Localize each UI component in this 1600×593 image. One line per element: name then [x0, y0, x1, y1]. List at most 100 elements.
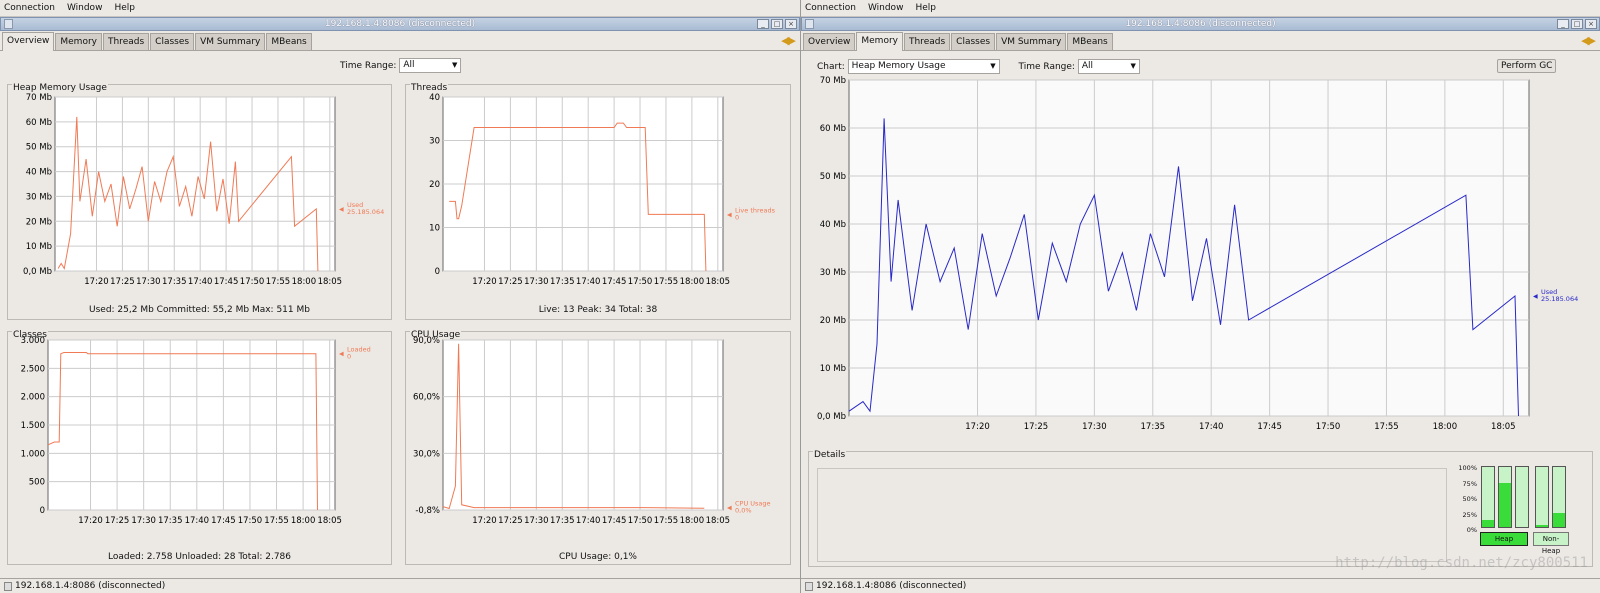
y-tick-label: 50 Mb: [820, 172, 846, 182]
x-tick-label: 17:20: [84, 277, 109, 287]
threads-summary: Live: 13 Peak: 34 Total: 38: [538, 305, 658, 315]
pointer-icon: ◀: [1533, 293, 1538, 300]
internal-frame-titlebar[interactable]: 192.168.1.4:8086 (disconnected) _ □ ×: [0, 17, 800, 31]
pool-bar[interactable]: [1498, 466, 1512, 528]
plot-area: [848, 79, 1530, 417]
series-annotation: Live threads: [735, 206, 776, 214]
percent-tick: 25%: [1462, 510, 1477, 519]
time-range-select[interactable]: All ▼: [1077, 59, 1140, 74]
time-range-value: All: [1081, 61, 1094, 71]
y-tick-label: 70 Mb: [820, 76, 846, 86]
menubar: Connection Window Help: [801, 0, 1600, 17]
chevron-down-icon: ▼: [990, 62, 996, 70]
maximize-icon[interactable]: □: [1571, 19, 1583, 29]
tab-overview[interactable]: Overview: [803, 33, 856, 50]
menu-window[interactable]: Window: [67, 3, 103, 13]
menu-window[interactable]: Window: [868, 3, 904, 13]
memory-pool-bars: 100% 75% 50% 25% 0% Heap Non-Heap: [1453, 460, 1583, 564]
chart-select[interactable]: Heap Memory Usage ▼: [847, 59, 1000, 74]
time-range-select[interactable]: All ▼: [399, 58, 462, 73]
y-tick-label: 0,0 Mb: [817, 412, 846, 422]
details-area: [817, 468, 1447, 562]
y-tick-label: 2.500: [21, 364, 45, 374]
tab-vm-summary[interactable]: VM Summary: [996, 33, 1067, 50]
threads-title: Threads: [410, 83, 449, 93]
maximize-icon[interactable]: □: [771, 19, 783, 29]
x-tick-label: 17:50: [628, 277, 653, 287]
x-tick-label: 18:00: [680, 516, 705, 526]
time-range-label: Time Range:: [1018, 62, 1075, 72]
status-text: 192.168.1.4:8086 (disconnected): [816, 581, 967, 591]
y-tick-label: 40: [429, 93, 440, 103]
pool-bar[interactable]: [1535, 466, 1549, 528]
tab-mbeans[interactable]: MBeans: [1067, 33, 1113, 50]
internal-frame-titlebar[interactable]: 192.168.1.4:8086 (disconnected) _ □ ×: [801, 17, 1600, 31]
x-tick-label: 17:25: [498, 277, 523, 287]
tab-memory[interactable]: Memory: [55, 33, 102, 50]
series-annotation-value: 0: [347, 353, 351, 361]
x-tick-label: 17:45: [1257, 422, 1282, 432]
y-tick-label: 500: [29, 478, 45, 488]
pool-bar[interactable]: [1515, 466, 1529, 528]
tab-scroll-arrows-icon[interactable]: ◀▶: [1581, 34, 1596, 47]
pool-bar-fill: [1499, 482, 1511, 527]
x-tick-label: 17:35: [158, 516, 183, 526]
tab-overview[interactable]: Overview: [2, 32, 55, 51]
x-tick-label: 17:30: [524, 277, 549, 287]
y-tick-label: 30 Mb: [26, 192, 52, 202]
chart-4: 70 Mb 60 Mb 50 Mb 40 Mb 30 Mb 20 Mb 10 Mb 0,0 M…: [817, 76, 1578, 432]
heap-memory-usage-title: Heap Memory Usage: [12, 83, 108, 93]
minimize-icon[interactable]: _: [1557, 19, 1569, 29]
x-tick-label: 17:40: [576, 516, 601, 526]
y-tick-label: 70 Mb: [26, 93, 52, 103]
menubar: Connection Window Help: [0, 0, 800, 17]
threads-panel: Threads 40 30 20 10 0 17:20 17:25 17:30 17:35 17:…: [405, 83, 791, 320]
menu-connection[interactable]: Connection: [805, 3, 856, 13]
x-tick-label: 17:30: [524, 516, 549, 526]
tab-bar: Overview Memory Threads Classes VM Summa…: [801, 31, 1600, 51]
y-tick-label: 1.500: [21, 421, 45, 431]
details-panel: Details 100% 75% 50% 25% 0% Heap Non-Heap: [808, 450, 1593, 567]
menu-help[interactable]: Help: [915, 3, 936, 13]
chart-2: 3.0002.5002.0001.5001.000500017:20 17:25 1…: [21, 336, 371, 526]
x-tick-label: 17:30: [136, 277, 161, 287]
y-tick-label: 40 Mb: [26, 168, 52, 178]
x-tick-label: 17:55: [654, 277, 679, 287]
right-window: Connection Window Help 192.168.1.4:8086 …: [801, 0, 1600, 593]
tab-threads[interactable]: Threads: [102, 33, 150, 50]
pool-bar[interactable]: [1552, 466, 1566, 528]
x-tick-label: 17:55: [654, 516, 679, 526]
heap-button[interactable]: Heap: [1480, 532, 1528, 546]
close-icon[interactable]: ×: [785, 19, 797, 29]
tab-scroll-arrows-icon[interactable]: ◀▶: [781, 34, 796, 47]
percent-tick: 100%: [1458, 464, 1477, 472]
pool-bar-fill: [1553, 512, 1565, 527]
menu-connection[interactable]: Connection: [4, 3, 55, 13]
x-tick-label: 18:05: [706, 277, 731, 287]
heap-panel: Heap Memory Usage 70 Mb 60 Mb 50 Mb 40 Mb 30…: [7, 83, 392, 320]
tab-classes[interactable]: Classes: [150, 33, 195, 50]
close-icon[interactable]: ×: [1585, 19, 1597, 29]
x-tick-label: 18:05: [317, 516, 342, 526]
minimize-icon[interactable]: _: [757, 19, 769, 29]
x-tick-label: 17:40: [576, 277, 601, 287]
tab-vm-summary[interactable]: VM Summary: [195, 33, 266, 50]
y-tick-label: 40 Mb: [820, 220, 846, 230]
y-tick-label: 90,0%: [413, 336, 440, 346]
tab-classes[interactable]: Classes: [951, 33, 996, 50]
time-range-label: Time Range:: [340, 61, 397, 71]
chart-select-value: Heap Memory Usage: [851, 61, 946, 71]
pool-bar[interactable]: [1481, 466, 1495, 528]
menu-help[interactable]: Help: [114, 3, 135, 13]
tab-memory[interactable]: Memory: [856, 32, 903, 51]
perform-gc-button[interactable]: Perform GC: [1497, 59, 1557, 73]
pool-bar-fill: [1536, 524, 1548, 527]
non-heap-button[interactable]: Non-Heap: [1533, 532, 1569, 555]
tab-mbeans[interactable]: MBeans: [266, 33, 312, 50]
classes-panel: Classes 3.000 2.500 2.000 1.500 1.000 500 0 17:…: [7, 330, 392, 565]
pointer-icon: ◀: [727, 211, 732, 218]
x-tick-label: 17:25: [105, 516, 130, 526]
x-tick-label: 17:40: [188, 277, 213, 287]
y-tick-label: 30: [429, 137, 440, 147]
tab-threads[interactable]: Threads: [903, 33, 951, 50]
